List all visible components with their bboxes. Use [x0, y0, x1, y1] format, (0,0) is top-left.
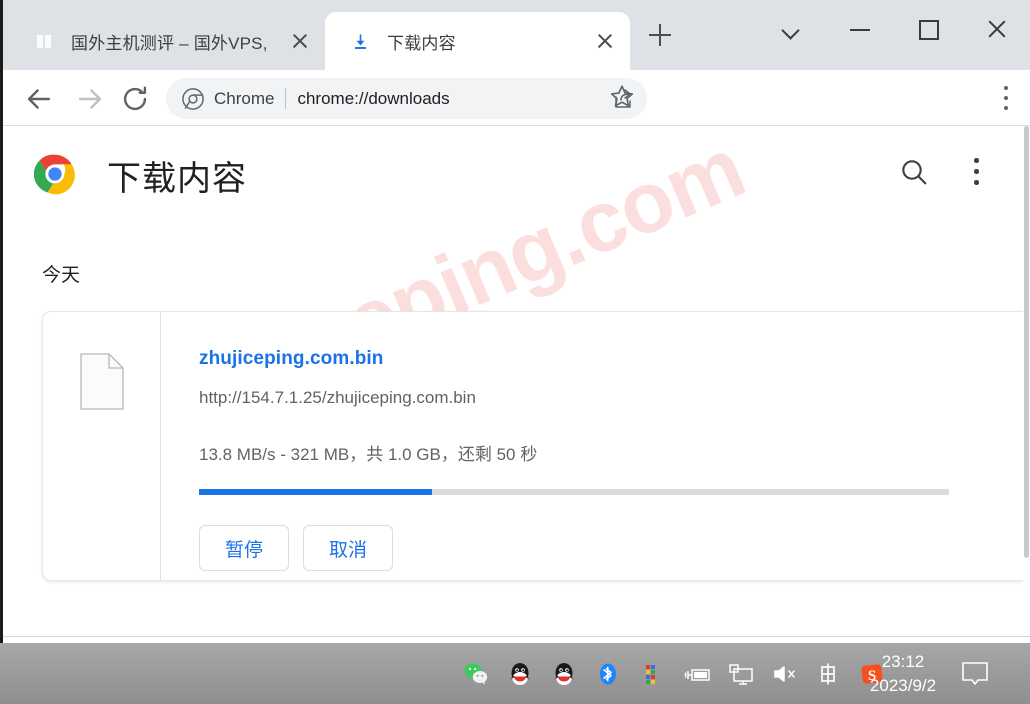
tab-title: 下载内容 [387, 33, 456, 53]
search-icon[interactable] [898, 156, 930, 188]
download-source-url: http://154.7.1.25/zhujiceping.com.bin [199, 388, 476, 407]
date-group-label: 今天 [42, 265, 81, 286]
system-tray: S [463, 661, 885, 687]
window-bottom-edge [3, 636, 1030, 640]
wechat-icon[interactable] [463, 661, 489, 687]
forward-arrow-icon[interactable] [73, 82, 107, 116]
downloads-page: zhujiceping.com 下载内容 今天 zhujiceping.com.… [3, 126, 1030, 643]
site-favicon [35, 32, 54, 51]
clock-date: 2023/9/2 [869, 675, 937, 695]
progress-bar [199, 489, 949, 495]
close-icon[interactable] [592, 28, 618, 54]
ime-chinese-icon[interactable] [815, 661, 841, 687]
page-title: 下载内容 [107, 160, 247, 198]
omnibox-url: chrome://downloads [297, 88, 450, 108]
close-icon[interactable] [962, 3, 1030, 55]
reload-icon[interactable] [118, 82, 152, 116]
pause-button[interactable]: 暂停 [199, 525, 289, 571]
clock-time: 23:12 [881, 651, 925, 671]
notification-icon[interactable] [955, 657, 995, 691]
browser-toolbar: Chrome chrome://downloads [3, 70, 1030, 126]
address-bar[interactable]: Chrome chrome://downloads [166, 78, 647, 119]
tab-site[interactable]: 国外主机测评 – 国外VPS, [13, 12, 325, 70]
back-arrow-icon[interactable] [22, 82, 56, 116]
tab-title: 国外主机测评 – 国外VPS, [71, 33, 268, 53]
chrome-logo-icon [33, 153, 76, 195]
maximize-icon[interactable] [894, 3, 962, 55]
battery-icon[interactable] [683, 661, 710, 687]
download-actions: 暂停 取消 [199, 525, 1030, 571]
close-icon[interactable] [287, 28, 313, 54]
window-controls [758, 3, 1030, 55]
taskbar: S 23:12 2023/9/2 [0, 643, 1030, 704]
taskbar-clock[interactable]: 23:12 2023/9/2 [855, 650, 951, 698]
display-icon[interactable] [727, 661, 753, 687]
omnibox-separator [285, 88, 287, 109]
chrome-logo-icon [182, 87, 204, 110]
new-tab-button[interactable] [643, 18, 677, 52]
cancel-button[interactable]: 取消 [303, 525, 393, 571]
download-status-text: 13.8 MB/s - 321 MB，共 1.0 GB，还剩 50 秒 [199, 445, 538, 464]
qq-icon-2[interactable] [551, 661, 577, 687]
qq-icon[interactable] [507, 661, 533, 687]
download-filename-link[interactable]: zhujiceping.com.bin [199, 348, 1030, 370]
omnibox-chrome-label: Chrome [214, 88, 275, 108]
tab-strip: 国外主机测评 – 国外VPS, 下载内容 [3, 0, 1030, 70]
three-dot-menu-icon[interactable] [1004, 86, 1008, 110]
star-icon[interactable] [609, 83, 635, 109]
file-icon [79, 353, 124, 410]
page-scrollbar[interactable] [1023, 126, 1030, 643]
screen: 国外主机测评 – 国外VPS, 下载内容 Chrome chrome://dow… [0, 0, 1030, 704]
chevron-down-icon[interactable] [758, 3, 826, 55]
volume-muted-icon[interactable] [771, 661, 797, 687]
scrollbar-thumb[interactable] [1024, 126, 1029, 558]
download-details: zhujiceping.com.bin http://154.7.1.25/zh… [161, 312, 1030, 580]
tab-downloads[interactable]: 下载内容 [325, 12, 630, 70]
download-icon [351, 32, 370, 51]
download-item-card: zhujiceping.com.bin http://154.7.1.25/zh… [42, 311, 1030, 581]
color-grid-icon[interactable] [639, 661, 665, 687]
browser-window: 国外主机测评 – 国外VPS, 下载内容 Chrome chrome://dow… [0, 0, 1030, 643]
file-icon-column [43, 312, 161, 580]
progress-bar-fill [199, 489, 432, 495]
minimize-icon[interactable] [826, 3, 894, 55]
downloads-header: 下载内容 [3, 126, 1030, 216]
three-dot-menu-icon[interactable] [974, 158, 979, 185]
bluetooth-icon[interactable] [595, 661, 621, 687]
